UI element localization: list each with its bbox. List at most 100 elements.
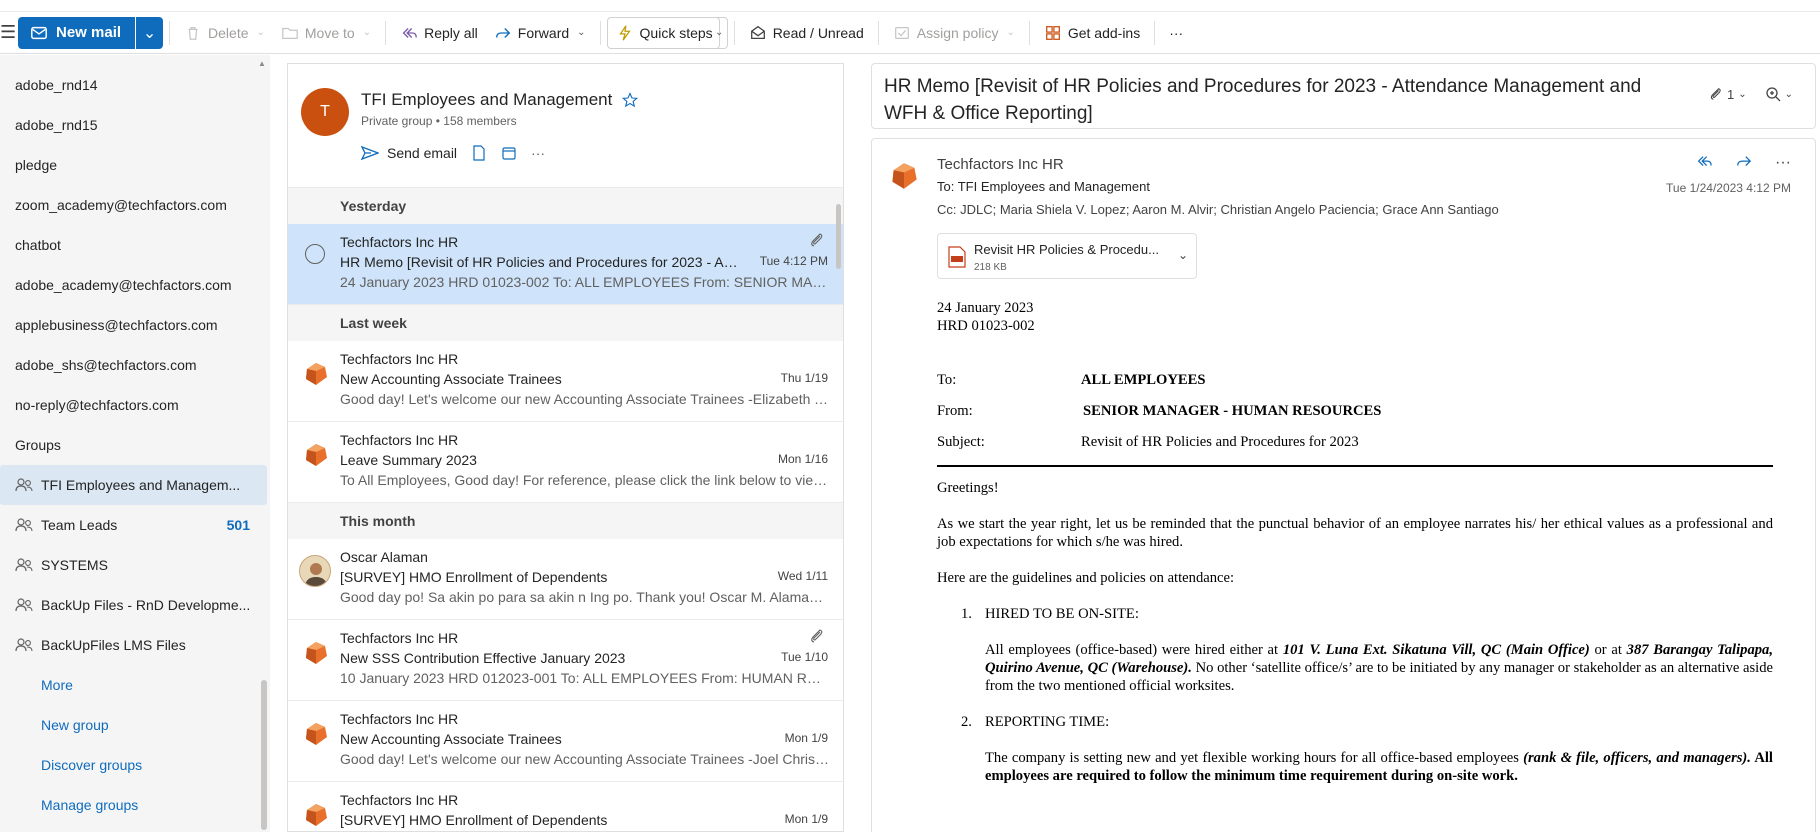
nav-folder-no-reply[interactable]: no-reply@techfactors.com — [0, 385, 270, 425]
message-sender: Techfactors Inc HR — [340, 432, 459, 448]
message-preview: Good day! Let's welcome our new Accounti… — [340, 751, 830, 767]
divider — [1154, 20, 1156, 45]
email-cc: Cc: JDLC; Maria Shiela V. Lopez; Aaron M… — [937, 202, 1499, 217]
nav-folder-adobe-rnd15[interactable]: adobe_rnd15 — [0, 105, 270, 145]
message-sender: Techfactors Inc HR — [340, 711, 459, 727]
menu-icon[interactable]: ☰ — [0, 22, 16, 43]
move-to-label: Move to — [304, 24, 355, 41]
more-icon[interactable]: ··· — [1775, 154, 1791, 172]
memo-subject-label: Subject: — [937, 434, 985, 450]
nav-folder-adobe-shs[interactable]: adobe_shs@techfactors.com — [0, 345, 270, 385]
nav-folder-adobe-rnd14[interactable]: adobe_rnd14 — [0, 65, 270, 105]
cc-recipients[interactable]: JDLC; Maria Shiela V. Lopez; Aaron M. Al… — [960, 202, 1499, 217]
scrollbar-thumb[interactable] — [836, 204, 841, 269]
new-mail-dropdown[interactable]: ⌄ — [135, 16, 164, 49]
section-header-yesterday[interactable]: Yesterday — [288, 188, 843, 224]
message-item[interactable]: Techfactors Inc HR New Accounting Associ… — [288, 701, 843, 782]
select-radio[interactable] — [305, 244, 325, 264]
nav-link-discover-groups[interactable]: Discover groups — [0, 745, 270, 785]
message-item[interactable]: Techfactors Inc HR [SURVEY] HMO Enrollme… — [288, 782, 843, 831]
message-sender: Techfactors Inc HR — [340, 351, 459, 367]
group-name: TFI Employees and Management — [361, 90, 613, 109]
scroll-up-icon[interactable]: ▲ — [258, 59, 266, 68]
nav-folder-adobe-academy[interactable]: adobe_academy@techfactors.com — [0, 265, 270, 305]
attachment-card[interactable]: Revisit HR Policies & Procedu... 218 KB … — [937, 233, 1197, 279]
to-recipient[interactable]: TFI Employees and Management — [958, 179, 1150, 194]
nav-folder-zoom-academy[interactable]: zoom_academy@techfactors.com — [0, 185, 270, 225]
email-from[interactable]: Techfactors Inc HR — [937, 156, 1064, 173]
memo-ref: HRD 01023-002 — [937, 318, 1035, 334]
send-email-button[interactable]: Send email — [361, 145, 457, 161]
attachment-size: 218 KB — [974, 262, 1007, 273]
message-list-scrollbar[interactable] — [833, 188, 843, 831]
move-to-button[interactable]: Move to ⌄ — [273, 17, 379, 49]
message-item[interactable]: Techfactors Inc HR New Accounting Associ… — [288, 341, 843, 422]
text-run: or at — [1589, 642, 1627, 658]
nav-folder-applebusiness[interactable]: applebusiness@techfactors.com — [0, 305, 270, 345]
office-logo-icon — [306, 723, 327, 745]
scrollbar-thumb[interactable] — [261, 680, 267, 830]
calendar-icon[interactable] — [501, 145, 517, 161]
chevron-down-icon[interactable]: ⌄ — [1178, 248, 1188, 262]
email-to: To: TFI Employees and Management — [937, 179, 1150, 194]
group-label: SYSTEMS — [41, 557, 108, 573]
reply-all-button[interactable]: Reply all — [392, 17, 486, 49]
message-subject: [SURVEY] HMO Enrollment of Dependents — [340, 569, 608, 585]
nav-item-clipped — [0, 55, 270, 65]
nav-folder-pledge[interactable]: pledge — [0, 145, 270, 185]
message-date: Thu 1/19 — [780, 371, 828, 385]
message-list-pane: T TFI Employees and Management Private g… — [287, 63, 844, 832]
reply-all-icon[interactable] — [1695, 154, 1713, 170]
section-header-last-week[interactable]: Last week — [288, 305, 843, 341]
delete-button[interactable]: Delete ⌄ — [176, 17, 273, 49]
section-header-this-month[interactable]: This month — [288, 503, 843, 539]
quick-steps-dropdown[interactable]: ⌄ — [711, 16, 728, 49]
memo-greeting: Greetings! — [937, 480, 999, 496]
forward-button[interactable]: Forward ⌄ — [486, 17, 594, 49]
nav-folder-chatbot[interactable]: chatbot — [0, 225, 270, 265]
group-avatar[interactable]: T — [301, 88, 349, 136]
forward-icon[interactable] — [1735, 154, 1753, 170]
message-sender: Techfactors Inc HR — [340, 234, 459, 250]
attachments-toggle[interactable]: 1 ⌄ — [1709, 87, 1747, 102]
divider — [1028, 20, 1030, 45]
memo-list-item: 2. REPORTING TIME: — [937, 713, 1773, 731]
sender-avatar — [299, 555, 331, 587]
new-mail-button[interactable]: New mail — [18, 16, 136, 49]
more-icon[interactable]: ··· — [531, 145, 545, 161]
memo-date: 24 January 2023 — [937, 300, 1034, 316]
nav-link-manage-groups[interactable]: Manage groups — [0, 785, 270, 825]
nav-group-systems[interactable]: SYSTEMS — [0, 545, 270, 585]
text-run-bold-italic: (rank & file, officers, and managers). — [1523, 750, 1751, 766]
group-members[interactable]: 158 members — [443, 114, 516, 128]
zoom-button[interactable]: ⌄ — [1765, 86, 1793, 102]
star-icon[interactable] — [622, 92, 639, 108]
message-item[interactable]: Techfactors Inc HR New SSS Contribution … — [288, 620, 843, 701]
read-unread-button[interactable]: Read / Unread — [741, 17, 872, 49]
get-addins-button[interactable]: Get add-ins — [1036, 17, 1148, 49]
quick-steps-button[interactable]: Quick steps — [606, 16, 720, 49]
nav-link-more[interactable]: More — [0, 665, 270, 705]
group-privacy: Private group — [361, 114, 433, 128]
files-icon[interactable] — [471, 145, 487, 161]
message-item[interactable]: Oscar Alaman [SURVEY] HMO Enrollment of … — [288, 539, 843, 620]
assign-policy-button[interactable]: Assign policy ⌄ — [885, 17, 1023, 49]
message-item[interactable]: Techfactors Inc HR Leave Summary 2023 Mo… — [288, 422, 843, 503]
forward-label: Forward — [517, 24, 570, 41]
nav-group-backup-rnd[interactable]: BackUp Files - RnD Developme... — [0, 585, 270, 625]
message-item[interactable]: Techfactors Inc HR HR Memo [Revisit of H… — [288, 224, 843, 305]
message-date: Tue 4:12 PM — [759, 254, 828, 268]
get-addins-label: Get add-ins — [1067, 24, 1141, 41]
nav-group-team-leads[interactable]: Team Leads 501 — [0, 505, 270, 545]
more-actions-button[interactable]: ··· — [1161, 17, 1191, 49]
message-preview: Good day! Let's welcome our new Accounti… — [340, 391, 830, 407]
nav-group-backup-lms[interactable]: BackUpFiles LMS Files — [0, 625, 270, 665]
memo-from-row: From: SENIOR MANAGER - HUMAN RESOURCES — [937, 402, 1773, 420]
groups-header[interactable]: Groups — [0, 425, 270, 465]
nav-group-tfi-employees[interactable]: TFI Employees and Managem... — [0, 465, 267, 505]
divider — [169, 20, 171, 45]
folder-pane-scrollbar[interactable]: ▲ — [258, 55, 268, 832]
message-date: Tue 1/10 — [781, 650, 828, 664]
nav-link-new-group[interactable]: New group — [0, 705, 270, 745]
people-icon — [15, 557, 35, 573]
